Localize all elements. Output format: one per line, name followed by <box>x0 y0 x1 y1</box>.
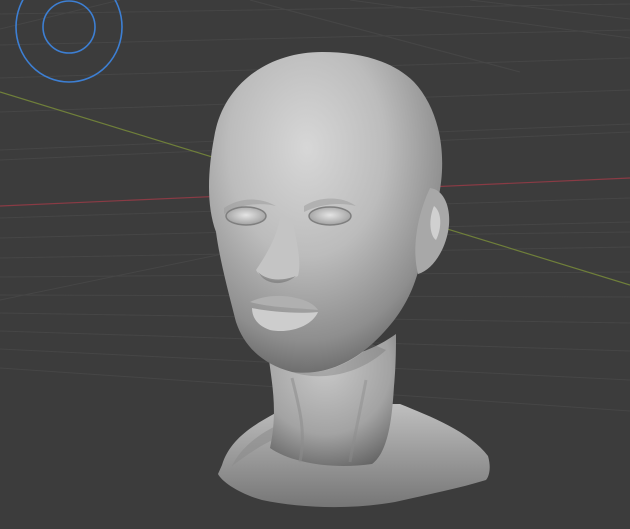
right-eye <box>308 206 352 226</box>
left-eye <box>225 206 267 226</box>
3d-viewport[interactable] <box>0 0 630 529</box>
viewport-canvas[interactable] <box>0 0 630 529</box>
